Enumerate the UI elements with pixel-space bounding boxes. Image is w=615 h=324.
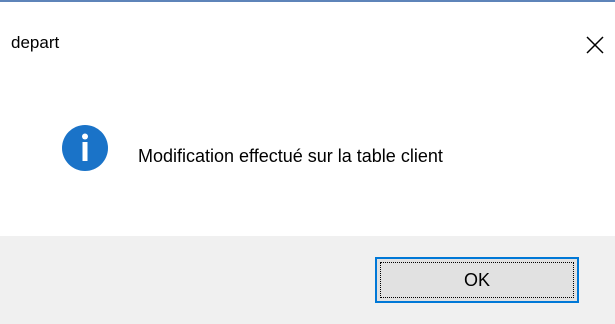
close-button[interactable] xyxy=(572,22,612,62)
message-area: Modification effectué sur la table clien… xyxy=(0,64,615,236)
message-box-dialog: depart Modification effectué sur la tabl… xyxy=(0,0,615,324)
information-icon xyxy=(62,125,108,171)
message-text: Modification effectué sur la table clien… xyxy=(138,146,443,166)
close-icon xyxy=(586,36,604,54)
window-title: depart xyxy=(11,33,60,52)
ok-button[interactable]: OK xyxy=(375,257,579,303)
title-bar[interactable]: depart xyxy=(0,2,615,64)
button-bar: OK xyxy=(0,236,615,324)
ok-button-label: OK xyxy=(463,269,490,290)
